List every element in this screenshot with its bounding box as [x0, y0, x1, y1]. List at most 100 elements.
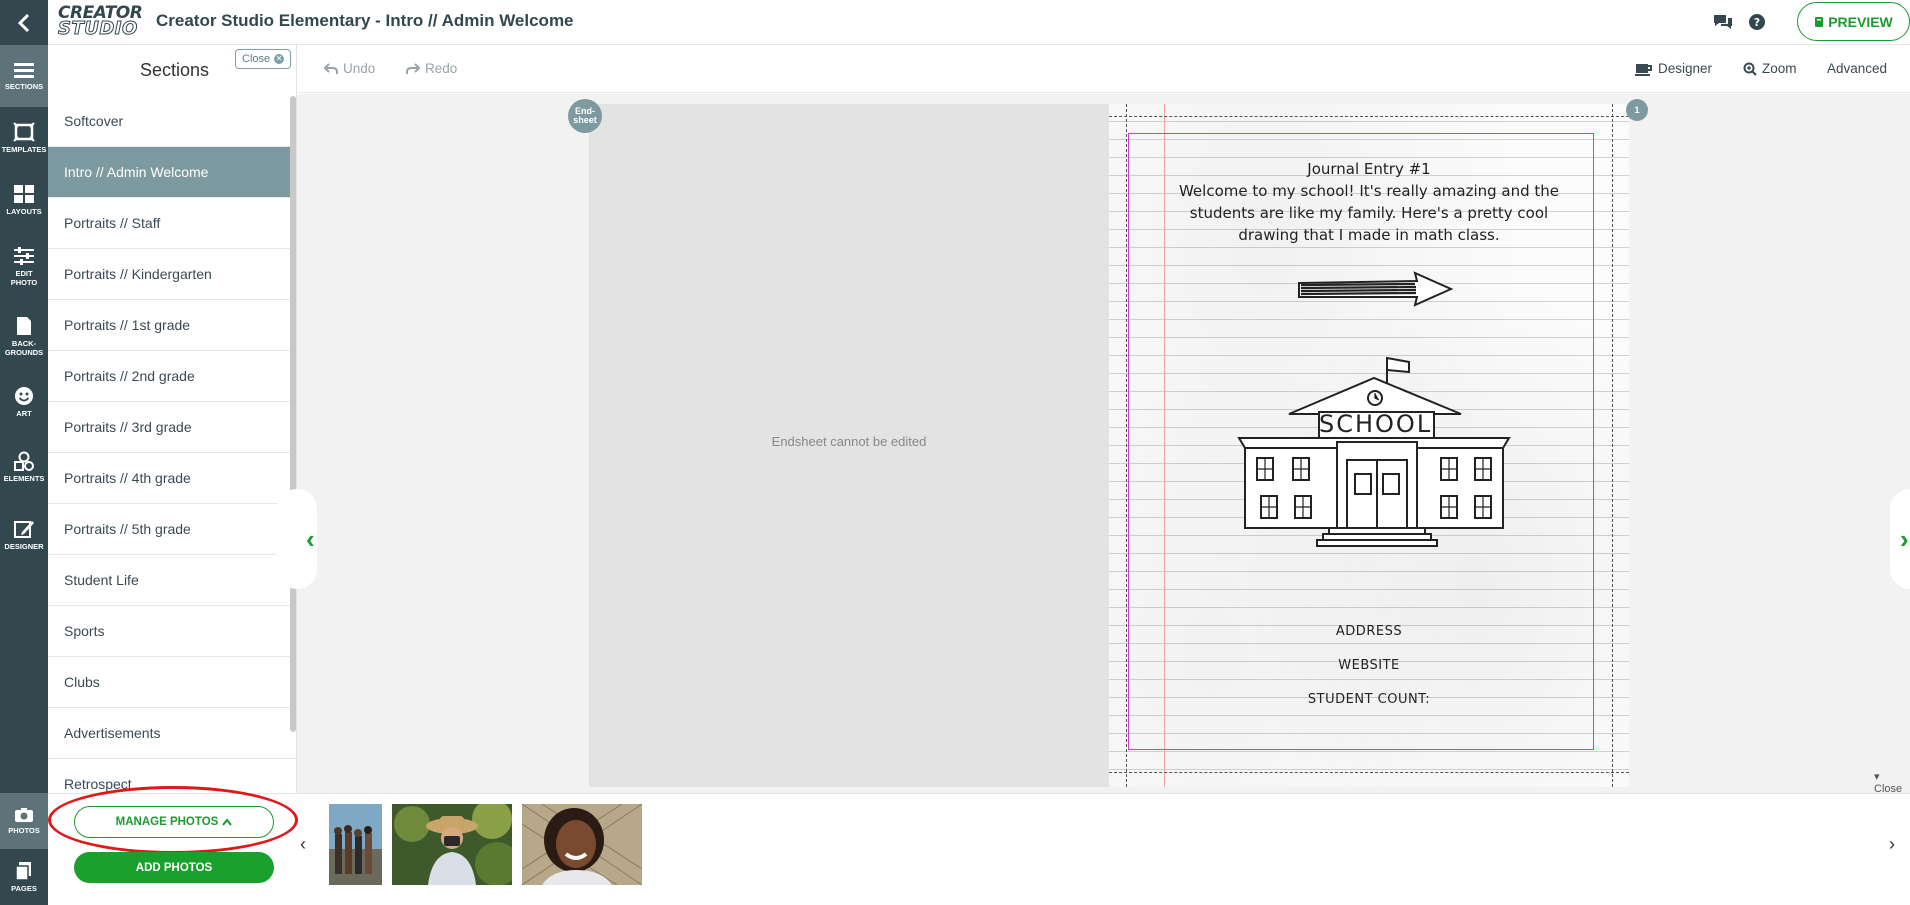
chevron-up-icon [222, 818, 233, 826]
close-tray-button[interactable]: ▾ Close [1874, 770, 1910, 795]
section-label: Intro // Admin Welcome [64, 164, 209, 180]
endsheet-page: Endsheet cannot be edited [589, 104, 1109, 787]
manage-photos-button[interactable]: MANAGE PHOTOS [74, 806, 274, 838]
rail-item-templates[interactable]: TEMPLATES [0, 107, 48, 169]
section-item[interactable]: Portraits // 4th grade [48, 453, 296, 504]
section-item[interactable]: Portraits // Kindergarten [48, 249, 296, 300]
undo-icon [324, 62, 338, 74]
zoom-button[interactable]: Zoom [1743, 61, 1797, 76]
rail-item-pages[interactable]: PAGES [0, 849, 48, 905]
sections-icon [14, 63, 34, 78]
rail-label: SECTIONS [4, 82, 44, 91]
rail-item-sections[interactable]: SECTIONS [0, 45, 48, 107]
rail-item-edit-photo[interactable]: EDIT PHOTO [0, 231, 48, 301]
help-icon[interactable]: ? [1746, 11, 1768, 33]
endsheet-badge: End-sheet [568, 99, 602, 133]
page-title: Creator Studio Elementary - Intro // Adm… [156, 11, 574, 30]
sections-scrollbar[interactable] [290, 96, 296, 732]
section-label: Portraits // 1st grade [64, 317, 191, 333]
arrow-doodle[interactable] [1297, 269, 1457, 309]
section-label: Portraits // Staff [64, 215, 161, 231]
section-label: Advertisements [64, 725, 161, 741]
student-count-text[interactable]: STUDENT COUNT: [1169, 692, 1569, 707]
rail-label: BACK-GROUNDS [4, 338, 44, 357]
section-item[interactable]: Sports [48, 606, 296, 657]
section-label: Portraits // 5th grade [64, 521, 191, 537]
add-photos-label: ADD PHOTOS [135, 861, 213, 874]
tray-prev-button[interactable]: ‹ [300, 834, 306, 855]
endsheet-badge-label: End-sheet [573, 106, 597, 125]
add-photos-button[interactable]: ADD PHOTOS [74, 852, 274, 883]
bleed-guide-bottom [1109, 772, 1629, 773]
advanced-button[interactable]: Advanced [1827, 61, 1887, 76]
rail-item-art[interactable]: ART [0, 371, 48, 433]
preview-button[interactable]: PREVIEW [1797, 2, 1910, 41]
chevron-right-icon: › [1889, 834, 1895, 854]
elements-icon [14, 451, 34, 471]
rail-item-photos[interactable]: PHOTOS [0, 793, 48, 849]
section-item[interactable]: Portraits // 5th grade [48, 504, 296, 555]
section-label: Portraits // 3rd grade [64, 419, 192, 435]
rail-item-layouts[interactable]: LAYOUTS [0, 169, 48, 231]
address-text[interactable]: ADDRESS [1169, 624, 1569, 639]
designer-button[interactable]: Designer [1635, 61, 1712, 76]
redo-button[interactable]: Redo [406, 61, 457, 76]
section-item[interactable]: Clubs [48, 657, 296, 708]
journal-text-box[interactable]: Journal Entry #1 Welcome to my school! I… [1169, 158, 1569, 246]
school-building-drawing[interactable] [1229, 348, 1519, 548]
art-icon [15, 387, 33, 405]
chevron-left-icon: ‹ [306, 523, 315, 554]
rail-label: EDIT PHOTO [10, 268, 38, 287]
page-number: 1 [1634, 104, 1640, 115]
close-sections-button[interactable]: Close ✕ [235, 49, 292, 69]
section-label: Portraits // Kindergarten [64, 266, 212, 282]
close-tray-label: Close [1874, 783, 1903, 795]
next-spread-button[interactable]: › [1890, 489, 1910, 589]
section-item[interactable]: Portraits // 1st grade [48, 300, 296, 351]
section-item[interactable]: Advertisements [48, 708, 296, 759]
manage-photos-label: MANAGE PHOTOS [115, 816, 219, 828]
tray-next-button[interactable]: › [1889, 834, 1895, 855]
section-item[interactable]: Portraits // 3rd grade [48, 402, 296, 453]
photo-thumbnail[interactable] [329, 804, 382, 885]
website-text[interactable]: WEBSITE [1169, 658, 1569, 673]
zoom-icon [1743, 62, 1757, 76]
rail-item-elements[interactable]: ELEMENTS [0, 433, 48, 501]
close-label: Close [242, 53, 271, 65]
zoom-label: Zoom [1762, 61, 1797, 76]
bleed-guide-left [1126, 104, 1127, 787]
section-item[interactable]: Softcover [48, 96, 296, 147]
prev-spread-button[interactable]: ‹ [277, 489, 317, 589]
rail-label: ELEMENTS [3, 474, 45, 483]
photo-thumbnail[interactable] [522, 804, 642, 885]
edit-photo-icon [14, 246, 34, 265]
close-icon: ✕ [274, 54, 285, 64]
layouts-icon [14, 185, 34, 203]
photo-tray: ▾ Close MANAGE PHOTOS ADD PHOTOS ‹ › [48, 771, 1910, 905]
section-label: Portraits // 2nd grade [64, 368, 195, 384]
endsheet-message: Endsheet cannot be edited [771, 434, 927, 449]
section-item[interactable]: Student Life [48, 555, 296, 606]
rail-label: DESIGNER [4, 542, 44, 551]
chevron-left-icon [17, 13, 30, 32]
section-item[interactable]: Portraits // Staff [48, 198, 296, 249]
chevron-left-icon: ‹ [300, 834, 306, 854]
book-icon [1815, 16, 1824, 27]
backgrounds-icon [17, 316, 31, 335]
section-item[interactable]: Portraits // 2nd grade [48, 351, 296, 402]
journal-title: Journal Entry #1 [1307, 160, 1431, 178]
chat-icon[interactable] [1712, 11, 1734, 33]
templates-icon [13, 122, 35, 142]
rail-item-backgrounds[interactable]: BACK-GROUNDS [0, 301, 48, 371]
pages-icon [15, 862, 31, 881]
rail-label: LAYOUTS [6, 207, 42, 216]
section-item-active[interactable]: Intro // Admin Welcome [48, 147, 296, 198]
undo-button[interactable]: Undo [324, 61, 375, 76]
left-tool-rail: SECTIONS TEMPLATES LAYOUTS EDIT PHOTO BA… [0, 45, 48, 905]
rail-item-designer[interactable]: DESIGNER [0, 501, 48, 569]
top-bar: CREATOR STUDIO Creator Studio Elementary… [0, 0, 1910, 45]
redo-label: Redo [425, 61, 458, 76]
yearbook-page[interactable]: Journal Entry #1 Welcome to my school! I… [1109, 104, 1629, 787]
back-button[interactable] [0, 0, 48, 45]
photo-thumbnail[interactable] [392, 804, 512, 885]
